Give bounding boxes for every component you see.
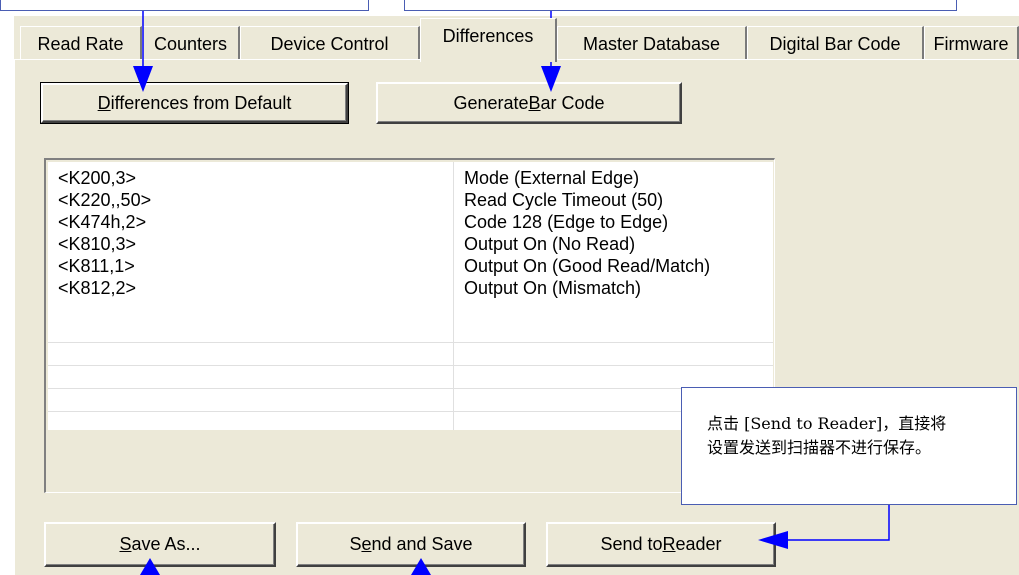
list-item[interactable]: <K810,3> Output On (No Read) (48, 233, 773, 255)
callout-text: 点击 [Send to Reader]，直接将 设置发送到扫描器不进行保存。 (707, 412, 1007, 460)
list-item[interactable]: <K811,1> Output On (Good Read/Match) (48, 255, 773, 277)
list-item-code: <K811,1> (58, 256, 135, 276)
tab-differences[interactable]: Differences (420, 18, 557, 62)
differences-list[interactable]: <K200,3> Mode (External Edge) <K220,,50>… (44, 158, 775, 493)
callout-line-1: 点击 [Send to Reader]，直接将 (707, 414, 947, 433)
tab-counters[interactable]: Counters (142, 26, 240, 60)
list-item[interactable]: <K474h,2> Code 128 (Edge to Edge) (48, 211, 773, 233)
list-item-description: Output On (Good Read/Match) (464, 256, 711, 276)
grid-line (48, 388, 773, 389)
send-and-save-button[interactable]: Se nd and Save (296, 522, 526, 567)
list-item[interactable]: <K812,2> Output On (Mismatch) (48, 277, 773, 299)
list-item-code: <K200,3> (58, 168, 137, 188)
callout-box-top-right (404, 0, 957, 11)
send-to-reader-button[interactable]: Send to Reader (546, 522, 776, 567)
generate-bar-code-button[interactable]: Generate Bar Code (376, 82, 682, 124)
list-item-description: Output On (Mismatch) (464, 278, 642, 298)
differences-list-body: <K200,3> Mode (External Edge) <K220,,50>… (48, 162, 773, 430)
callout-line-2: 设置发送到扫描器不进行保存。 (707, 438, 932, 457)
list-item-description: Mode (External Edge) (464, 168, 640, 188)
save-as-button[interactable]: Save As... (44, 522, 276, 567)
list-item[interactable]: <K200,3> Mode (External Edge) (48, 167, 773, 189)
tab-firmware[interactable]: Firmware (924, 26, 1019, 60)
tab-digital-bar-code[interactable]: Digital Bar Code (747, 26, 924, 60)
differences-from-default-button[interactable]: Differences from Default (40, 82, 349, 124)
list-item-code: <K812,2> (58, 278, 137, 298)
tab-device-control[interactable]: Device Control (240, 26, 420, 60)
list-item-code: <K810,3> (58, 234, 137, 254)
tab-strip: Read Rate Counters Device Control Differ… (14, 16, 1019, 62)
list-item-description: Output On (No Read) (464, 234, 636, 254)
callout-box-top-left (0, 0, 369, 11)
list-item-description: Read Cycle Timeout (50) (464, 190, 664, 210)
tab-read-rate[interactable]: Read Rate (20, 26, 142, 60)
grid-line (48, 342, 773, 343)
tab-master-database[interactable]: Master Database (557, 26, 747, 60)
list-item-description: Code 128 (Edge to Edge) (464, 212, 669, 232)
grid-line (48, 365, 773, 366)
list-item-code: <K220,,50> (58, 190, 152, 210)
list-item-code: <K474h,2> (58, 212, 147, 232)
grid-line (48, 411, 773, 412)
list-item[interactable]: <K220,,50> Read Cycle Timeout (50) (48, 189, 773, 211)
